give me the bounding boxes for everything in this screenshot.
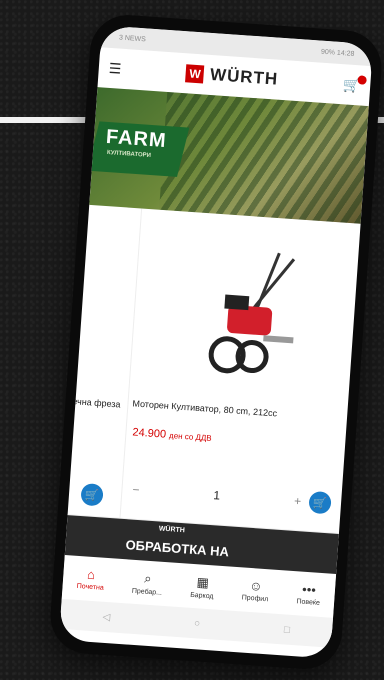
wurth-logo[interactable]: W WÜRTH <box>185 63 279 89</box>
cultivator-image <box>208 252 296 374</box>
cart-badge <box>357 74 367 85</box>
product-price: 24.900 ден со ДДВ <box>132 426 212 443</box>
menu-icon[interactable]: ☰ <box>108 59 122 77</box>
status-left: 3 NEWS <box>118 34 147 43</box>
increase-button[interactable]: + <box>294 494 302 508</box>
banner-photo <box>159 91 369 224</box>
decrease-button[interactable]: − <box>132 483 140 497</box>
home-nav-icon[interactable]: ○ <box>194 618 201 629</box>
logo-text: WÜRTH <box>209 64 279 89</box>
status-right: 90% 14:28 <box>320 48 355 58</box>
tab-label: Повеќе <box>296 598 321 607</box>
promo-brand: WÜRTH <box>158 525 186 535</box>
barcode-icon: ▦ <box>196 573 210 590</box>
promo-text: ОБРАБОТКА НА <box>125 537 230 560</box>
tab-more[interactable]: ••• Повеќе <box>296 581 321 607</box>
banner-title: FARM <box>105 125 168 153</box>
tab-label: Баркод <box>189 591 214 600</box>
profile-icon: ☺ <box>248 577 264 594</box>
cart-icon[interactable]: 🛒 <box>342 74 367 94</box>
add-to-cart-button[interactable]: 🛒 <box>308 490 332 515</box>
farm-banner[interactable]: FARM КУЛТИВАТОРИ <box>89 87 369 224</box>
quantity-stepper: − 1 + <box>132 483 302 509</box>
logo-mark-icon: W <box>185 64 205 84</box>
phone-frame: 3 NEWS 90% 14:28 ☰ W WÜRTH 🛒 FARM КУЛТИВ… <box>48 12 384 672</box>
tab-label: Профил <box>241 594 269 604</box>
tab-home[interactable]: ⌂ Почетна <box>76 566 105 592</box>
product-card[interactable]: Моторен Култиватор, 80 cm, 212cc 24.900 … <box>121 209 361 534</box>
search-icon: ⌕ <box>143 570 153 586</box>
product-name: печна фреза <box>67 395 121 410</box>
home-icon: ⌂ <box>86 566 96 583</box>
recent-apps-icon[interactable]: □ <box>284 624 291 635</box>
more-icon: ••• <box>301 581 317 598</box>
phone-screen: 3 NEWS 90% 14:28 ☰ W WÜRTH 🛒 FARM КУЛТИВ… <box>58 25 374 659</box>
add-to-cart-button[interactable]: 🛒 <box>80 482 104 507</box>
tab-label: Пребар... <box>131 587 163 597</box>
product-name: Моторен Култиватор, 80 cm, 212cc <box>132 398 278 419</box>
product-list: печна фреза 🛒 Моторен Култиватор, 80 cm,… <box>67 204 361 535</box>
tab-label: Почетна <box>76 582 104 592</box>
tab-profile[interactable]: ☺ Профил <box>242 577 270 603</box>
tab-barcode[interactable]: ▦ Баркод <box>190 573 215 600</box>
quantity-value: 1 <box>212 488 221 503</box>
back-icon[interactable]: ◁ <box>102 611 110 623</box>
tab-search[interactable]: ⌕ Пребар... <box>132 569 164 596</box>
